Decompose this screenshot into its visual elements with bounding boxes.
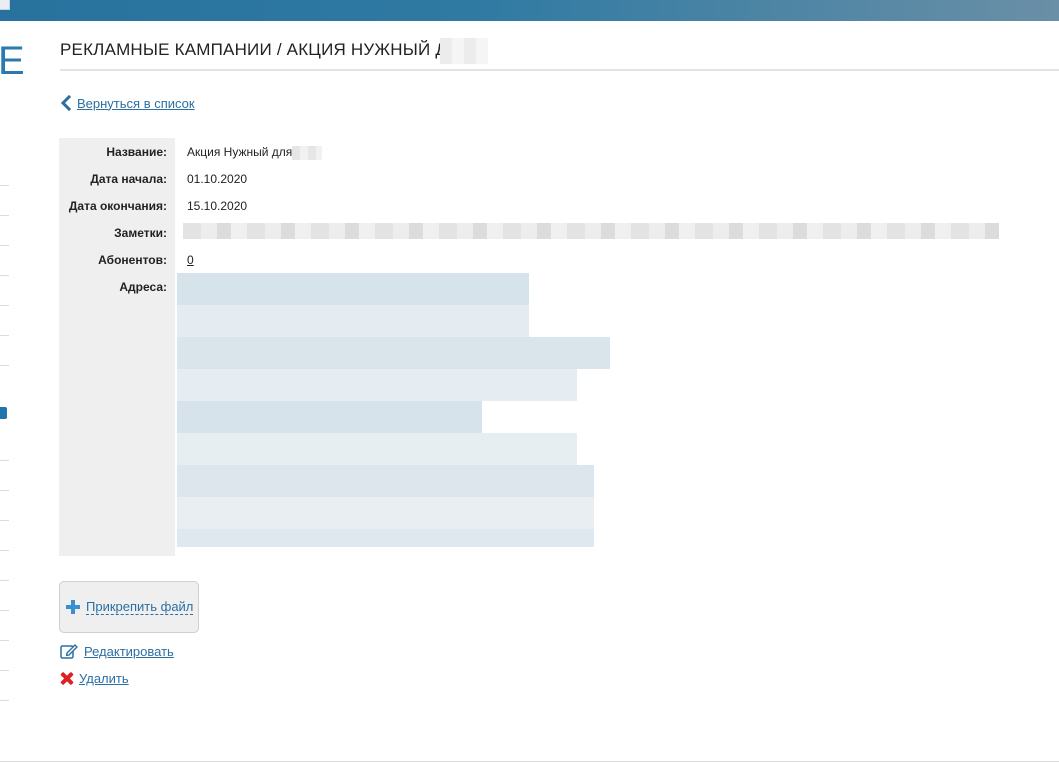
back-to-list-link[interactable]: Вернуться в список [60, 95, 195, 111]
back-link-label: Вернуться в список [77, 95, 195, 111]
sidebar-item[interactable] [0, 670, 9, 671]
delete-label: Удалить [79, 671, 129, 686]
sidebar-item[interactable] [0, 185, 9, 186]
name-value: Акция Нужный для [187, 145, 323, 160]
subscribers-label: Абонентов: [98, 253, 167, 267]
attach-file-label: Прикрепить файл [86, 599, 194, 615]
start-date-label: Дата начала: [90, 172, 167, 186]
end-date-label: Дата окончания: [68, 199, 167, 213]
left-sidebar: E [0, 21, 25, 764]
chevron-left-icon [60, 95, 72, 111]
edit-link[interactable]: Редактировать [60, 643, 174, 659]
redacted-title-part [440, 38, 488, 64]
sidebar-item[interactable] [0, 580, 9, 581]
end-date-value: 15.10.2020 [187, 199, 248, 213]
sidebar-item[interactable] [0, 365, 9, 366]
delete-x-icon [60, 672, 73, 685]
corner-icon[interactable] [0, 0, 10, 10]
addresses-label: Адреса: [119, 280, 167, 294]
name-label: Название: [106, 145, 167, 159]
notes-label: Заметки: [114, 226, 167, 240]
edit-label: Редактировать [84, 643, 174, 659]
sidebar-item[interactable] [0, 335, 9, 336]
start-date-value: 01.10.2020 [187, 172, 248, 186]
page-title: РЕКЛАМНЫЕ КАМПАНИИ / АКЦИЯ НУЖНЫЙ ДЛЯ [60, 40, 471, 59]
redacted-addresses [177, 273, 610, 547]
subscribers-count-link[interactable]: 0 [187, 253, 194, 267]
sidebar-item[interactable] [0, 305, 9, 306]
redacted-name-part [292, 145, 323, 160]
sidebar-active-badge[interactable] [0, 407, 7, 419]
sidebar-item[interactable] [0, 520, 9, 521]
redacted-notes [183, 223, 999, 239]
sidebar-item[interactable] [0, 460, 9, 461]
title-divider [60, 69, 1059, 71]
edit-icon [60, 644, 78, 659]
sidebar-item[interactable] [0, 550, 9, 551]
sidebar-item[interactable] [0, 610, 9, 611]
delete-link[interactable]: Удалить [60, 671, 129, 686]
attach-file-button[interactable]: Прикрепить файл [59, 581, 199, 633]
sidebar-item[interactable] [0, 700, 9, 701]
sidebar-item[interactable] [0, 245, 9, 246]
plus-icon [66, 600, 80, 614]
footer-divider [0, 761, 1059, 762]
sidebar-item[interactable] [0, 215, 9, 216]
top-bar [0, 0, 1059, 21]
brand-letter: E [0, 39, 25, 83]
sidebar-item[interactable] [0, 640, 9, 641]
sidebar-item[interactable] [0, 490, 9, 491]
sidebar-item[interactable] [0, 275, 9, 276]
